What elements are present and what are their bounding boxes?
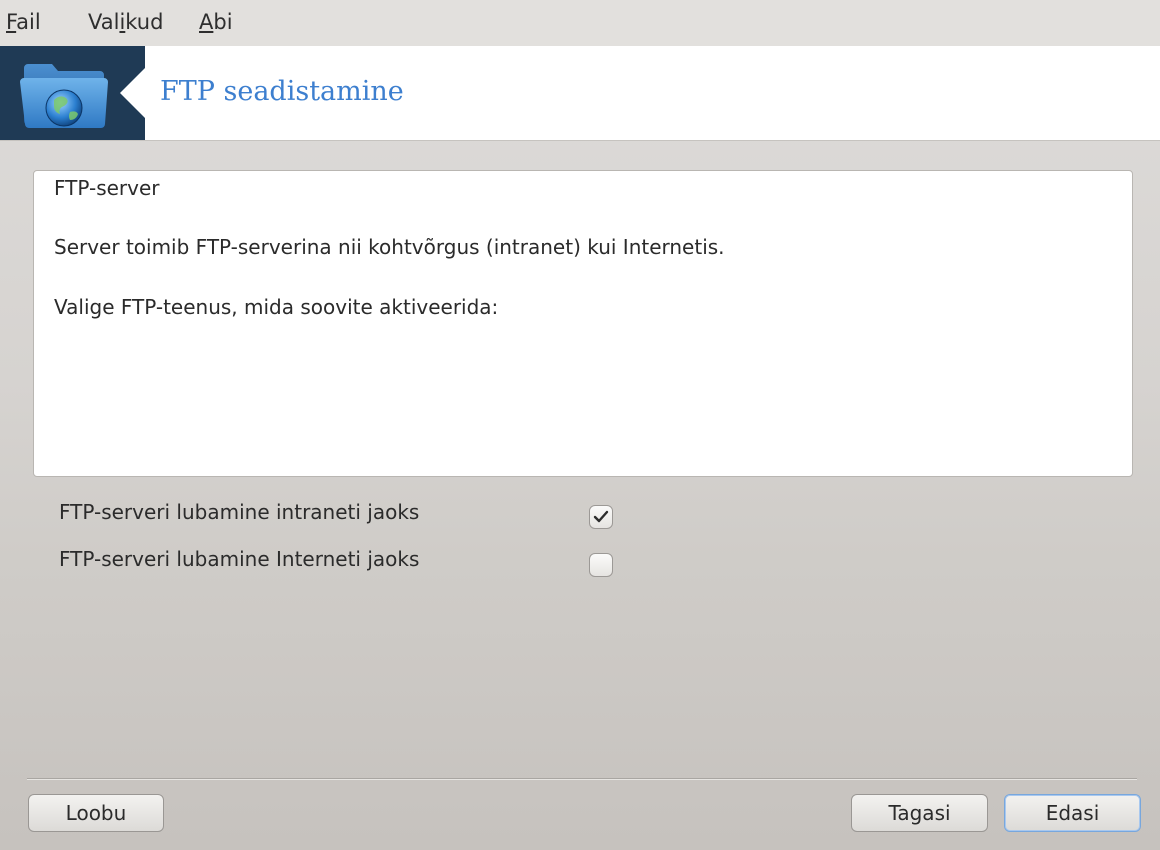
info-text-box: FTP-server Server toimib FTP-serverina n… xyxy=(33,170,1133,477)
menu-help[interactable]: Abi xyxy=(199,10,233,34)
menu-file-label: ail xyxy=(16,10,41,34)
folder-globe-icon xyxy=(14,54,114,134)
cancel-button[interactable]: Loobu xyxy=(28,794,164,832)
menu-options-label-start: Val xyxy=(88,10,120,34)
checkmark-icon xyxy=(593,510,609,523)
option-internet-checkbox[interactable] xyxy=(589,553,613,577)
menu-file-mnemonic: F xyxy=(6,10,17,34)
option-intranet-checkbox[interactable] xyxy=(589,505,613,529)
menu-bar: Fail Valikud Abi xyxy=(0,0,1160,47)
ftp-setup-window: Fail Valikud Abi FTP seadistamine FTP-se… xyxy=(0,0,1160,850)
info-heading: FTP-server xyxy=(54,176,160,200)
footer-divider xyxy=(27,778,1137,780)
info-prompt: Valige FTP-teenus, mida soovite aktiveer… xyxy=(54,295,499,319)
option-intranet-label: FTP-serveri lubamine intraneti jaoks xyxy=(59,500,420,524)
option-internet-label: FTP-serveri lubamine Interneti jaoks xyxy=(59,547,420,571)
menu-options-label-end: kud xyxy=(125,10,164,34)
header-banner: FTP seadistamine xyxy=(0,46,1160,141)
banner-notch xyxy=(120,68,145,118)
menu-help-label: bi xyxy=(213,10,233,34)
info-description: Server toimib FTP-serverina nii kohtvõrg… xyxy=(54,235,725,259)
menu-help-mnemonic: A xyxy=(199,10,214,34)
page-title: FTP seadistamine xyxy=(160,76,404,107)
next-button[interactable]: Edasi xyxy=(1004,794,1141,832)
menu-file[interactable]: Fail xyxy=(6,10,41,34)
back-button[interactable]: Tagasi xyxy=(851,794,988,832)
menu-options[interactable]: Valikud xyxy=(88,10,163,34)
